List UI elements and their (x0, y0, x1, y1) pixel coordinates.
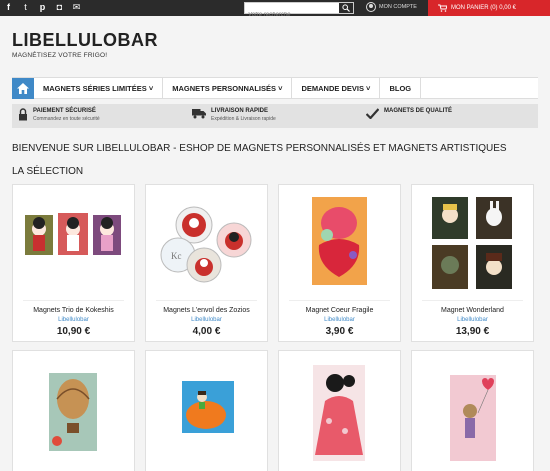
site-tagline: MAGNÉTISEZ VOTRE FRIGO! (12, 52, 108, 59)
svg-text:Kc: Kc (171, 251, 182, 261)
facebook-icon[interactable]: f (3, 2, 14, 13)
product-card[interactable] (145, 350, 268, 471)
product-image-girl-heart[interactable] (412, 351, 533, 463)
lock-icon (19, 108, 27, 121)
welcome-heading: BIENVENUE SUR LIBELLULOBAR - ESHOP DE MA… (12, 143, 507, 154)
product-brand[interactable]: Libellulobar (279, 317, 400, 323)
top-bar: f t p ◘ ✉ MON COMPTE MON PANIER (0) 0,00… (0, 0, 550, 20)
account-label: MON COMPTE (379, 4, 417, 10)
search-input[interactable] (245, 10, 340, 20)
product-image-wonderland[interactable] (412, 185, 533, 297)
product-brand[interactable]: Libellulobar (146, 317, 267, 323)
product-name[interactable]: Magnet Wonderland (412, 307, 533, 314)
product-image-kokeshis[interactable] (13, 185, 134, 297)
selection-heading: LA SÉLECTION (12, 166, 84, 177)
divider (289, 300, 390, 301)
nav-item-blog[interactable]: BLOG (380, 78, 422, 99)
social-links: f t p ◘ ✉ (3, 2, 82, 13)
product-card[interactable]: Kc Magnets L'envol des Zozios Libellulob… (145, 184, 268, 342)
product-image-zozios[interactable]: Kc (146, 185, 267, 297)
product-name[interactable]: Magnet Coeur Fragile (279, 307, 400, 314)
assurance-shipping-subtitle: Expédition & Livraison rapide (211, 116, 276, 122)
assurance-payment-subtitle: Commandez en toute sécurité (33, 116, 100, 122)
product-name[interactable]: Magnets Trio de Kokeshis (13, 307, 134, 314)
product-image-balloon[interactable] (13, 351, 134, 463)
cart-icon (438, 4, 447, 12)
product-brand[interactable]: Libellulobar (13, 317, 134, 323)
pinterest-icon[interactable]: p (37, 2, 48, 13)
product-brand[interactable]: Libellulobar (412, 317, 533, 323)
assurance-shipping-title: LIVRAISON RAPIDE (211, 108, 269, 114)
twitter-icon[interactable]: t (20, 2, 31, 13)
assurance-shipping: LIVRAISON RAPIDE Expédition & Livraison … (192, 108, 276, 122)
product-name[interactable]: Magnets L'envol des Zozios (146, 307, 267, 314)
check-icon (366, 108, 379, 119)
divider (23, 300, 124, 301)
product-price: 10,90 € (56, 326, 91, 337)
home-icon (17, 83, 29, 94)
divider (156, 300, 257, 301)
search-box (244, 2, 354, 20)
product-price: 3,90 € (325, 326, 354, 337)
cart-label: MON PANIER (0) 0,00 € (451, 5, 516, 11)
product-card[interactable] (278, 350, 401, 471)
cart-button[interactable]: MON PANIER (0) 0,00 € (428, 0, 550, 16)
nav-item-limited-series[interactable]: MAGNETS SÉRIES LIMITÉES ˅ (34, 78, 164, 99)
search-button[interactable] (339, 3, 353, 13)
nav-item-custom-magnets[interactable]: MAGNETS PERSONNALISÉS ˅ (163, 78, 293, 99)
product-image-bird-girl[interactable] (146, 351, 267, 463)
truck-icon (192, 109, 206, 119)
product-price: 13,90 € (455, 326, 490, 337)
nav-item-quote-request[interactable]: DEMANDE DEVIS ˅ (292, 78, 381, 99)
product-card[interactable]: Magnet Wonderland Libellulobar 13,90 € (411, 184, 534, 342)
product-image-dame-rose[interactable] (279, 351, 400, 463)
assurance-quality: MAGNETS DE QUALITÉ (366, 108, 452, 119)
product-price: 4,00 € (192, 326, 221, 337)
assurance-payment-title: PAIEMENT SÉCURISÉ (33, 108, 96, 114)
divider (422, 300, 523, 301)
assurance-quality-title: MAGNETS DE QUALITÉ (384, 108, 453, 114)
email-icon[interactable]: ✉ (71, 2, 82, 13)
user-icon (366, 2, 376, 12)
account-link[interactable]: MON COMPTE (366, 2, 417, 12)
search-icon (342, 4, 350, 12)
site-logo[interactable]: LIBELLULOBAR (12, 30, 158, 51)
product-image-coeur-fragile[interactable] (279, 185, 400, 297)
assurance-payment: PAIEMENT SÉCURISÉ Commandez en toute séc… (18, 108, 100, 122)
product-card[interactable]: Magnets Trio de Kokeshis Libellulobar 10… (12, 184, 135, 342)
product-card[interactable] (12, 350, 135, 471)
product-card[interactable]: Magnet Coeur Fragile Libellulobar 3,90 € (278, 184, 401, 342)
home-button[interactable] (12, 78, 34, 99)
main-nav: MAGNETS SÉRIES LIMITÉES ˅ MAGNETS PERSON… (12, 77, 538, 99)
product-card[interactable] (411, 350, 534, 471)
assurance-bar: PAIEMENT SÉCURISÉ Commandez en toute séc… (12, 104, 538, 128)
instagram-icon[interactable]: ◘ (54, 2, 65, 13)
